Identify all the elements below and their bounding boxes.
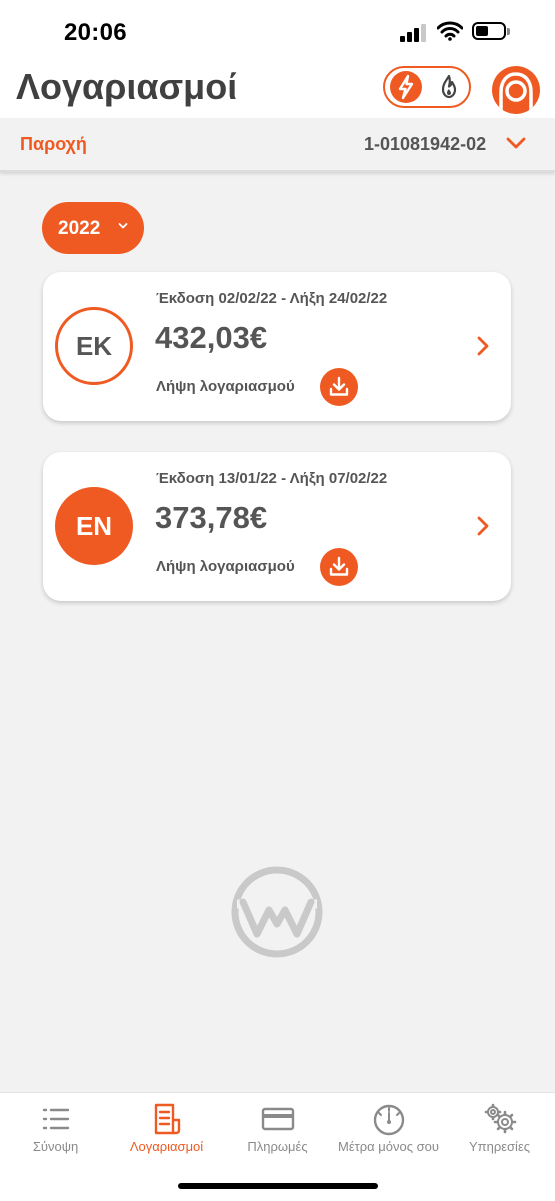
bill-type-badge: ΕΝ (55, 487, 133, 565)
energy-type-toggle[interactable] (383, 66, 471, 108)
tab-services[interactable]: Υπηρεσίες (444, 1093, 555, 1173)
lightning-bolt-icon (398, 74, 414, 100)
user-icon (499, 72, 533, 114)
list-icon (42, 1108, 69, 1130)
download-bill-label: Λήψη λογαριασμού (156, 558, 295, 575)
tab-meter-reading[interactable]: Μέτρα μόνος σου (333, 1093, 444, 1173)
tab-summary-label: Σύνοψη (32, 1139, 79, 1154)
download-icon (329, 376, 349, 396)
supply-number: 1-01081942-02 (364, 134, 487, 154)
chevron-right-icon[interactable] (475, 515, 491, 537)
tab-payments[interactable]: Πληρωμές (222, 1093, 333, 1173)
chevron-down-icon (118, 223, 128, 229)
bills-icon (154, 1103, 180, 1135)
electricity-toggle-button[interactable] (390, 71, 422, 103)
profile-avatar[interactable] (492, 66, 540, 114)
download-icon (329, 556, 349, 576)
chevron-right-icon[interactable] (475, 335, 491, 357)
supply-label: Παροχή (20, 134, 87, 154)
page-title: Λογαριασμοί (16, 66, 238, 107)
year-filter-dropdown[interactable]: 2022 (42, 202, 144, 254)
bill-card[interactable]: ΕΚ Έκδοση 02/02/22 - Λήξη 24/02/22 432,0… (43, 272, 511, 421)
tab-payments-label: Πληρωμές (247, 1139, 308, 1154)
battery-icon (472, 22, 510, 40)
cellular-signal-icon (400, 24, 430, 42)
download-bill-button[interactable] (320, 368, 358, 406)
tab-services-label: Υπηρεσίες (468, 1139, 531, 1154)
chevron-down-icon[interactable] (505, 134, 527, 152)
home-indicator (178, 1183, 378, 1189)
tab-bills-label: Λογαριασμοί (129, 1139, 204, 1154)
brand-logo-icon (231, 866, 323, 958)
status-bar: 20:06 (0, 0, 555, 62)
download-bill-label: Λήψη λογαριασμού (156, 378, 295, 395)
bill-amount: 373,78€ (155, 500, 268, 535)
bill-type-badge: ΕΚ (55, 307, 133, 385)
bill-dates: Έκδοση 13/01/22 - Λήξη 07/02/22 (156, 470, 388, 487)
tab-meter-reading-label: Μέτρα μόνος σου (338, 1139, 439, 1154)
status-time: 20:06 (64, 19, 127, 46)
tab-summary[interactable]: Σύνοψη (0, 1093, 111, 1173)
year-filter-label: 2022 (58, 218, 101, 239)
gas-toggle-button[interactable] (433, 71, 465, 103)
download-bill-button[interactable] (320, 548, 358, 586)
bill-card[interactable]: ΕΝ Έκδοση 13/01/22 - Λήξη 07/02/22 373,7… (43, 452, 511, 601)
wifi-icon (437, 21, 463, 41)
tab-bills[interactable]: Λογαριασμοί (111, 1093, 222, 1173)
app-header: Λογαριασμοί (0, 62, 555, 118)
bill-dates: Έκδοση 02/02/22 - Λήξη 24/02/22 (156, 290, 388, 307)
supply-selector[interactable]: Παροχή 1-01081942-02 (0, 118, 555, 172)
meter-gauge-icon (373, 1104, 404, 1136)
bill-amount: 432,03€ (155, 320, 268, 355)
gears-icon (484, 1103, 516, 1134)
flame-icon (441, 74, 457, 99)
credit-card-icon (261, 1107, 294, 1131)
